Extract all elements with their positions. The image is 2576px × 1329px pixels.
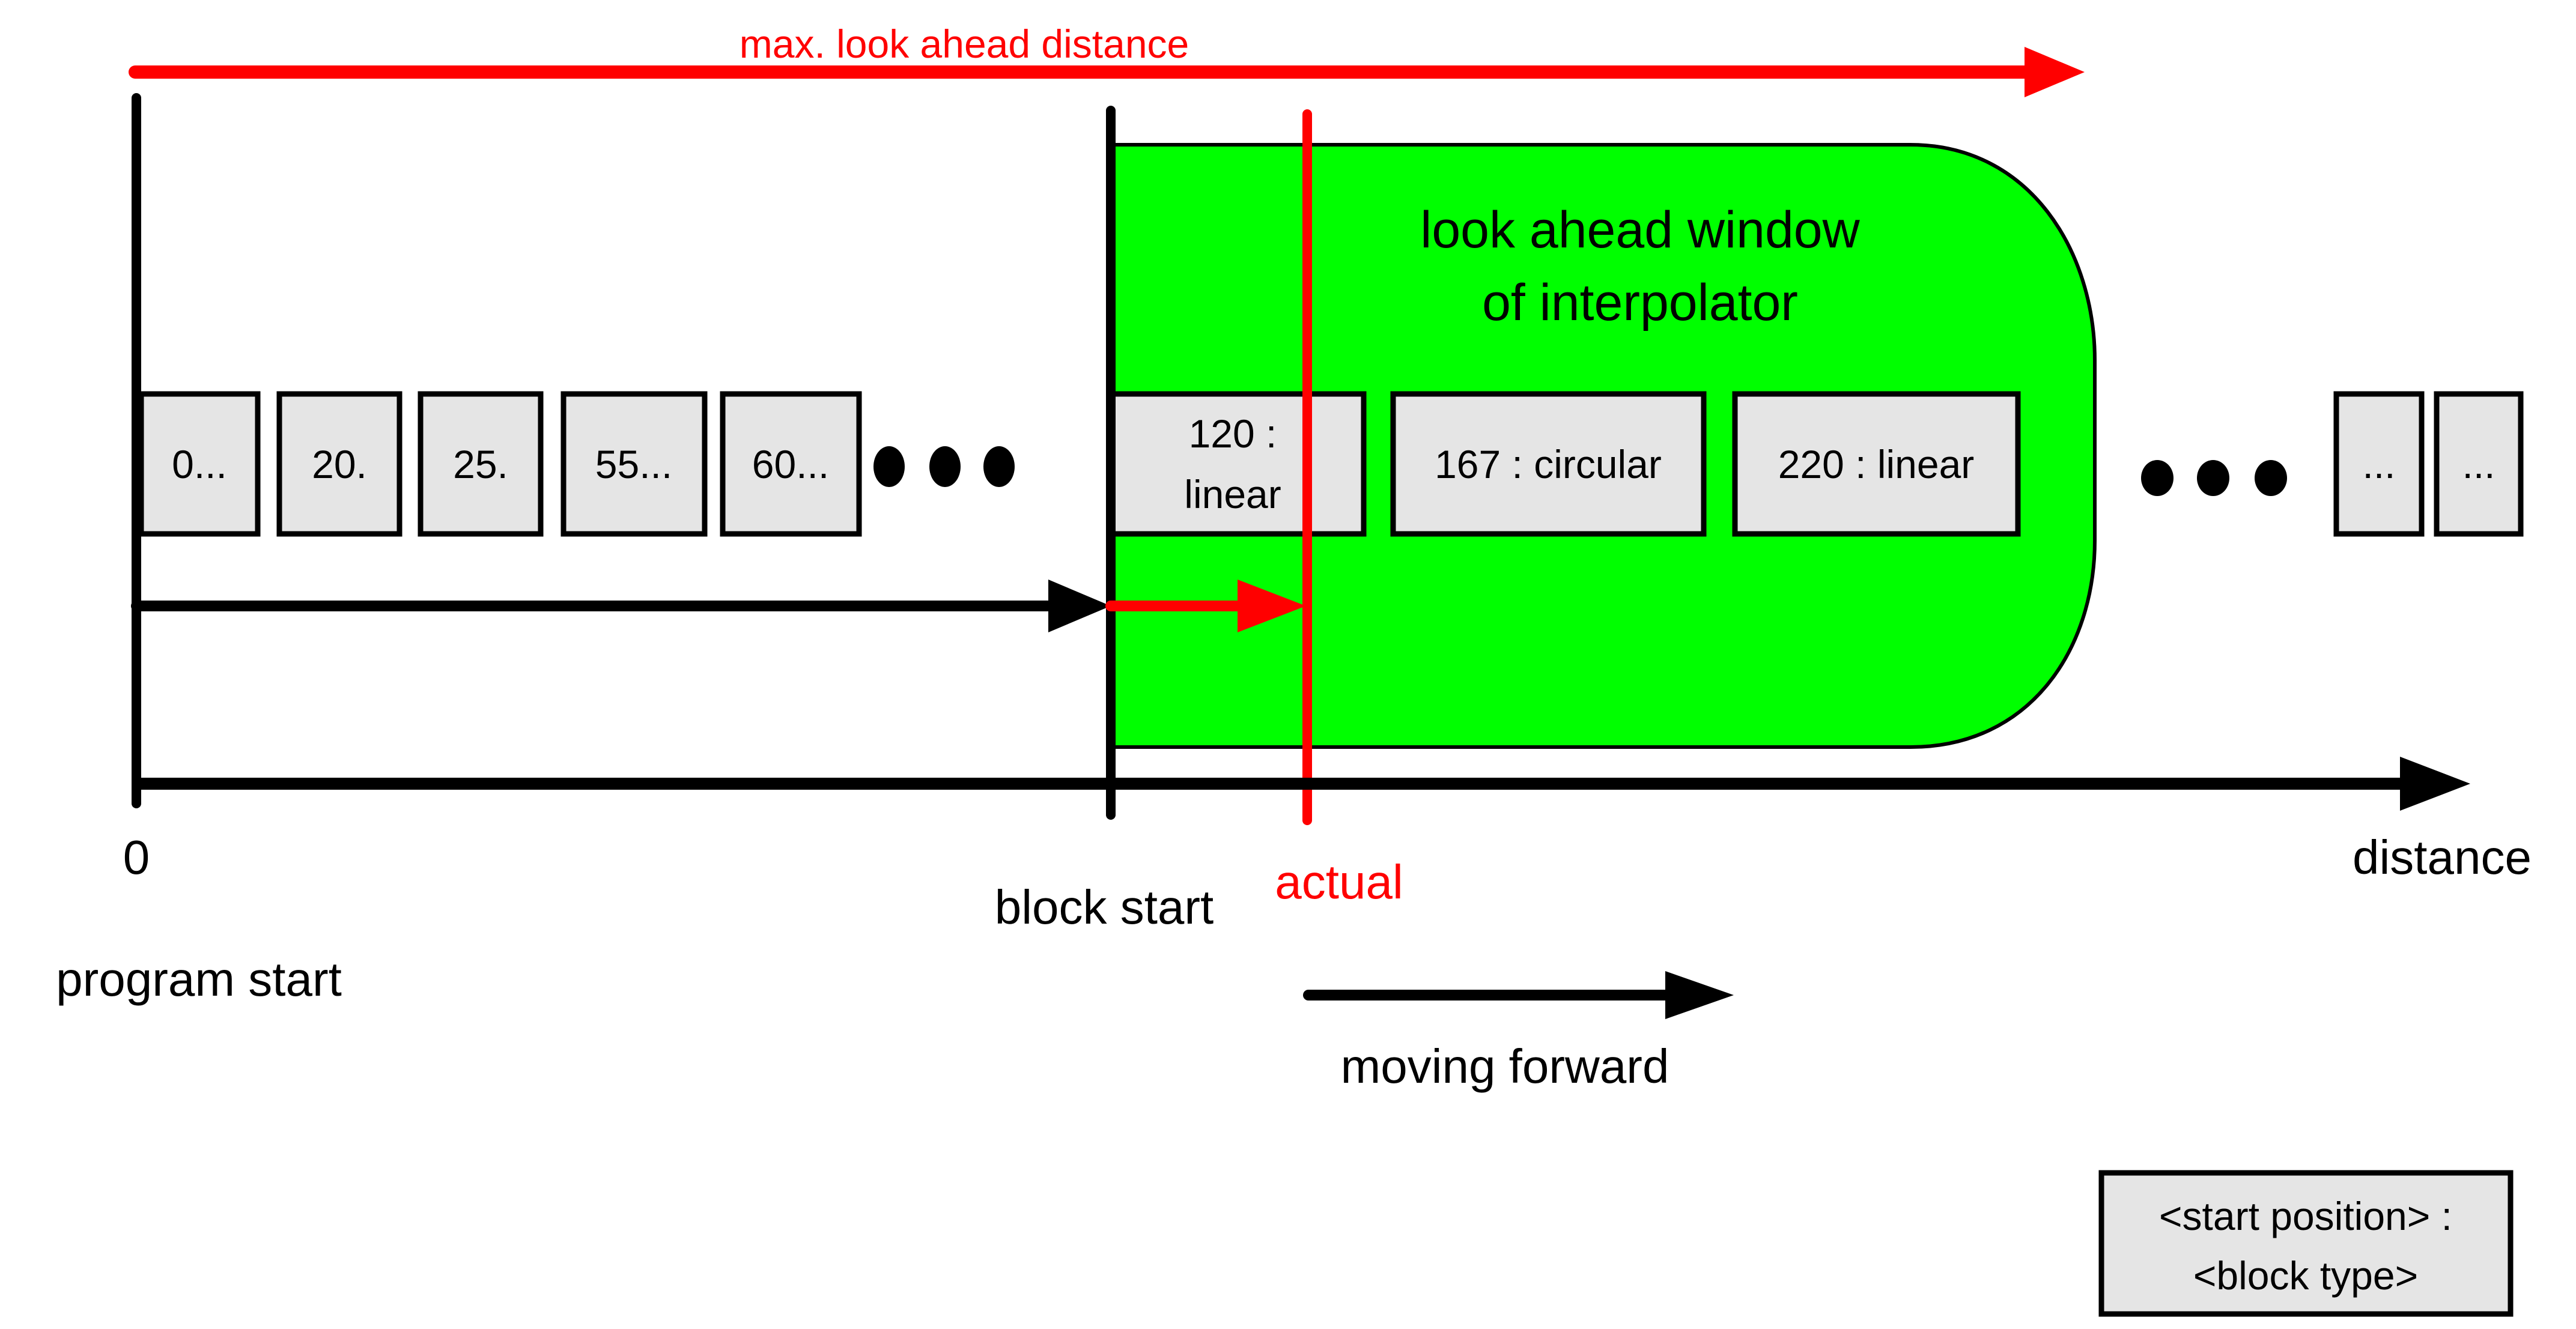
block-label: 55...: [595, 442, 672, 486]
block-55[interactable]: 55...: [560, 391, 708, 537]
window-title-line2: of interpolator: [1482, 274, 1798, 331]
block-label-line2: linear: [1184, 472, 1281, 516]
block-220-linear[interactable]: 220 : linear: [1732, 391, 2021, 537]
block-future-2[interactable]: ...: [2434, 391, 2524, 537]
origin-label: 0: [123, 831, 150, 884]
block-label: 60...: [752, 442, 829, 486]
legend-line2: <block type>: [2193, 1253, 2418, 1298]
block-120-linear[interactable]: 120 : linear: [1108, 391, 1367, 537]
moving-forward-arrow: [1303, 971, 1734, 1019]
block-167-circular[interactable]: 167 : circular: [1390, 391, 1707, 537]
distance-label: distance: [2353, 831, 2532, 884]
block-future-1[interactable]: ...: [2333, 391, 2425, 537]
block-25[interactable]: 25.: [418, 391, 544, 537]
ellipsis-dots-right: [2141, 460, 2287, 496]
block-label: ...: [2362, 442, 2395, 486]
block-label-line1: 120 :: [1189, 411, 1277, 456]
lookahead-diagram: max. look ahead distance look ahead wind…: [56, 22, 2532, 1317]
block-label: ...: [2462, 442, 2495, 486]
actual-label: actual: [1275, 855, 1403, 909]
block-label: 25.: [453, 442, 508, 486]
max-lookahead-label: max. look ahead distance: [740, 22, 1189, 66]
ellipsis-dots-left: [873, 446, 1015, 487]
window-title-line1: look ahead window: [1420, 201, 1860, 259]
block-20[interactable]: 20.: [276, 391, 402, 537]
block-60[interactable]: 60...: [720, 391, 862, 537]
moving-forward-label: moving forward: [1341, 1040, 1669, 1093]
program-start-label: program start: [56, 952, 342, 1006]
block-label: 20.: [312, 442, 367, 486]
block-start-label: block start: [995, 880, 1214, 934]
block-label: 220 : linear: [1778, 442, 1975, 486]
legend-line1: <start position> :: [2159, 1194, 2452, 1238]
program-to-block-arrow: [131, 580, 1111, 632]
block-0[interactable]: 0...: [138, 391, 261, 537]
block-label: 167 : circular: [1435, 442, 1662, 486]
legend-box: <start position> : <block type>: [2098, 1170, 2514, 1317]
block-label: 0...: [172, 442, 227, 486]
